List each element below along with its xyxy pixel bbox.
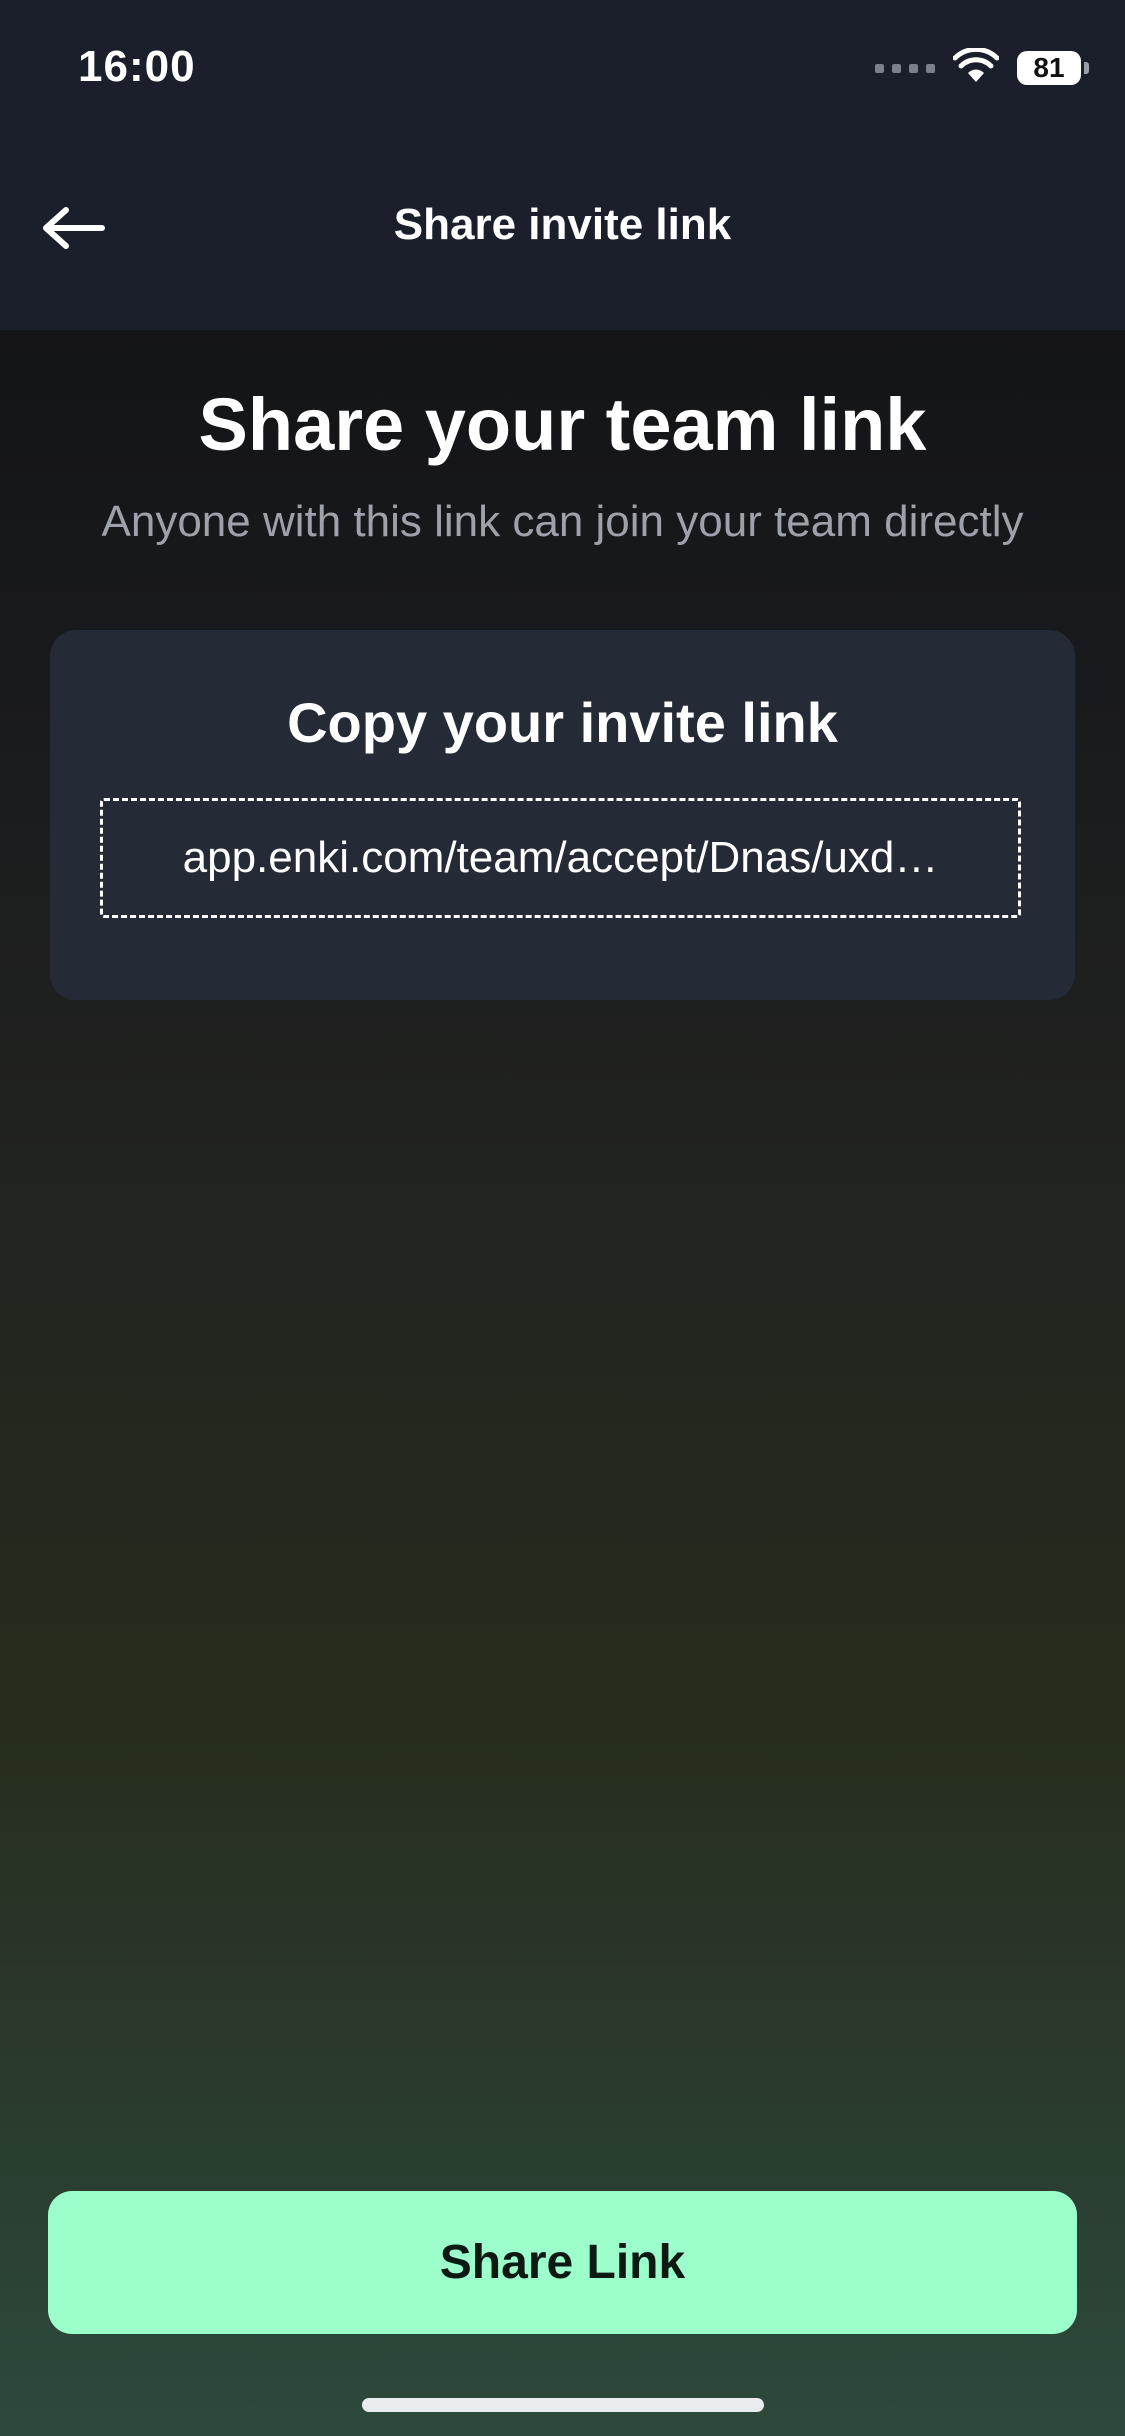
cellular-signal-icon	[875, 63, 935, 73]
invite-link-card: Copy your invite link app.enki.com/team/…	[50, 630, 1075, 1000]
top-app-bar: 16:00 81 Share invite link	[0, 0, 1125, 330]
battery-level: 81	[1033, 52, 1065, 83]
share-link-button[interactable]: Share Link	[48, 2191, 1077, 2334]
card-title: Copy your invite link	[287, 691, 838, 754]
invite-screen: 16:00 81 Share invite link Share your te…	[0, 0, 1125, 2436]
battery-icon: 81	[1017, 51, 1089, 85]
status-time: 16:00	[78, 42, 196, 91]
invite-link-text: app.enki.com/team/accept/Dnas/uxd…	[182, 833, 939, 882]
home-indicator	[362, 2398, 764, 2412]
invite-link-field[interactable]: app.enki.com/team/accept/Dnas/uxd…	[100, 798, 1021, 918]
share-heading: Share your team link	[198, 383, 927, 466]
share-subheading: Anyone with this link can join your team…	[101, 497, 1024, 546]
status-icons: 81	[875, 46, 1089, 90]
page-title: Share invite link	[393, 200, 732, 249]
wifi-icon	[952, 46, 1000, 89]
